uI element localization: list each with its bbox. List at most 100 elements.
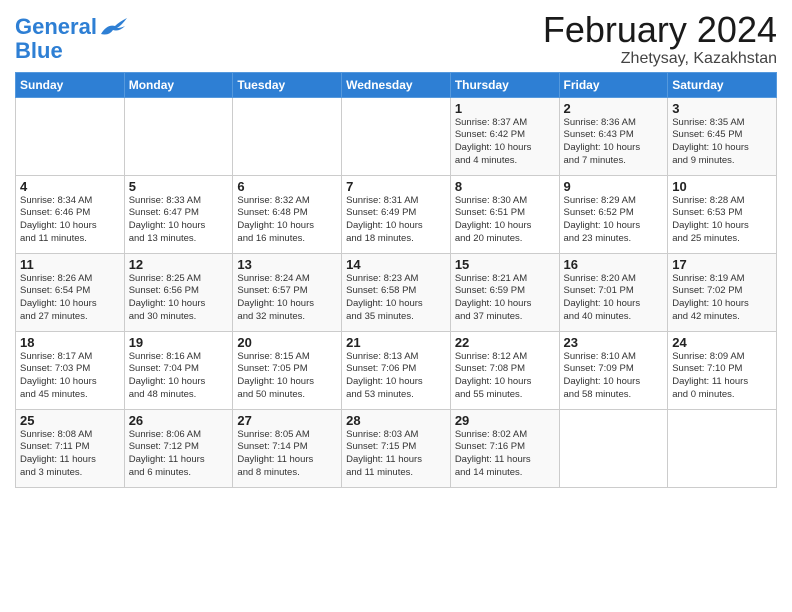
logo: General Blue [15,15,127,63]
day-info: Sunrise: 8:13 AM Sunset: 7:06 PM Dayligh… [346,351,446,402]
day-info: Sunrise: 8:31 AM Sunset: 6:49 PM Dayligh… [346,195,446,246]
day-number: 29 [455,413,555,428]
logo-blue: Blue [15,39,127,63]
calendar-table: Sunday Monday Tuesday Wednesday Thursday… [15,72,777,488]
calendar-cell: 16Sunrise: 8:20 AM Sunset: 7:01 PM Dayli… [559,253,668,331]
day-info: Sunrise: 8:21 AM Sunset: 6:59 PM Dayligh… [455,273,555,324]
calendar-cell: 21Sunrise: 8:13 AM Sunset: 7:06 PM Dayli… [342,331,451,409]
calendar-cell: 9Sunrise: 8:29 AM Sunset: 6:52 PM Daylig… [559,175,668,253]
day-number: 26 [129,413,229,428]
calendar-cell: 20Sunrise: 8:15 AM Sunset: 7:05 PM Dayli… [233,331,342,409]
day-number: 3 [672,101,772,116]
day-number: 7 [346,179,446,194]
col-sunday: Sunday [16,72,125,97]
calendar-cell: 12Sunrise: 8:25 AM Sunset: 6:56 PM Dayli… [124,253,233,331]
day-number: 11 [20,257,120,272]
calendar-cell [16,97,125,175]
calendar-cell: 28Sunrise: 8:03 AM Sunset: 7:15 PM Dayli… [342,409,451,487]
day-number: 4 [20,179,120,194]
day-info: Sunrise: 8:28 AM Sunset: 6:53 PM Dayligh… [672,195,772,246]
calendar-cell: 3Sunrise: 8:35 AM Sunset: 6:45 PM Daylig… [668,97,777,175]
day-info: Sunrise: 8:26 AM Sunset: 6:54 PM Dayligh… [20,273,120,324]
page-title: February 2024 [543,10,777,50]
day-number: 13 [237,257,337,272]
logo-text: General [15,15,97,39]
calendar-cell [559,409,668,487]
day-info: Sunrise: 8:23 AM Sunset: 6:58 PM Dayligh… [346,273,446,324]
main-container: General Blue February 2024 Zhetysay, Kaz… [0,0,792,493]
calendar-cell: 25Sunrise: 8:08 AM Sunset: 7:11 PM Dayli… [16,409,125,487]
day-number: 5 [129,179,229,194]
calendar-cell: 13Sunrise: 8:24 AM Sunset: 6:57 PM Dayli… [233,253,342,331]
col-tuesday: Tuesday [233,72,342,97]
day-number: 27 [237,413,337,428]
day-number: 8 [455,179,555,194]
calendar-cell: 26Sunrise: 8:06 AM Sunset: 7:12 PM Dayli… [124,409,233,487]
calendar-week-1: 1Sunrise: 8:37 AM Sunset: 6:42 PM Daylig… [16,97,777,175]
day-info: Sunrise: 8:15 AM Sunset: 7:05 PM Dayligh… [237,351,337,402]
calendar-cell: 6Sunrise: 8:32 AM Sunset: 6:48 PM Daylig… [233,175,342,253]
calendar-cell: 14Sunrise: 8:23 AM Sunset: 6:58 PM Dayli… [342,253,451,331]
day-info: Sunrise: 8:08 AM Sunset: 7:11 PM Dayligh… [20,429,120,480]
calendar-cell: 18Sunrise: 8:17 AM Sunset: 7:03 PM Dayli… [16,331,125,409]
calendar-cell: 10Sunrise: 8:28 AM Sunset: 6:53 PM Dayli… [668,175,777,253]
day-info: Sunrise: 8:09 AM Sunset: 7:10 PM Dayligh… [672,351,772,402]
day-info: Sunrise: 8:19 AM Sunset: 7:02 PM Dayligh… [672,273,772,324]
day-number: 17 [672,257,772,272]
day-number: 25 [20,413,120,428]
calendar-cell: 8Sunrise: 8:30 AM Sunset: 6:51 PM Daylig… [450,175,559,253]
day-number: 2 [564,101,664,116]
day-info: Sunrise: 8:30 AM Sunset: 6:51 PM Dayligh… [455,195,555,246]
calendar-week-4: 18Sunrise: 8:17 AM Sunset: 7:03 PM Dayli… [16,331,777,409]
calendar-cell: 7Sunrise: 8:31 AM Sunset: 6:49 PM Daylig… [342,175,451,253]
day-info: Sunrise: 8:06 AM Sunset: 7:12 PM Dayligh… [129,429,229,480]
logo-general: General [15,14,97,39]
day-number: 24 [672,335,772,350]
calendar-cell: 11Sunrise: 8:26 AM Sunset: 6:54 PM Dayli… [16,253,125,331]
day-number: 12 [129,257,229,272]
calendar-week-3: 11Sunrise: 8:26 AM Sunset: 6:54 PM Dayli… [16,253,777,331]
day-info: Sunrise: 8:02 AM Sunset: 7:16 PM Dayligh… [455,429,555,480]
day-info: Sunrise: 8:10 AM Sunset: 7:09 PM Dayligh… [564,351,664,402]
calendar-cell [233,97,342,175]
calendar-cell: 19Sunrise: 8:16 AM Sunset: 7:04 PM Dayli… [124,331,233,409]
calendar-cell [342,97,451,175]
calendar-header-row: Sunday Monday Tuesday Wednesday Thursday… [16,72,777,97]
day-number: 16 [564,257,664,272]
day-number: 28 [346,413,446,428]
day-info: Sunrise: 8:20 AM Sunset: 7:01 PM Dayligh… [564,273,664,324]
calendar-cell: 27Sunrise: 8:05 AM Sunset: 7:14 PM Dayli… [233,409,342,487]
calendar-cell [668,409,777,487]
day-info: Sunrise: 8:36 AM Sunset: 6:43 PM Dayligh… [564,117,664,168]
day-info: Sunrise: 8:05 AM Sunset: 7:14 PM Dayligh… [237,429,337,480]
calendar-week-5: 25Sunrise: 8:08 AM Sunset: 7:11 PM Dayli… [16,409,777,487]
calendar-cell: 24Sunrise: 8:09 AM Sunset: 7:10 PM Dayli… [668,331,777,409]
calendar-cell: 15Sunrise: 8:21 AM Sunset: 6:59 PM Dayli… [450,253,559,331]
col-friday: Friday [559,72,668,97]
day-number: 23 [564,335,664,350]
col-saturday: Saturday [668,72,777,97]
calendar-cell: 2Sunrise: 8:36 AM Sunset: 6:43 PM Daylig… [559,97,668,175]
day-info: Sunrise: 8:03 AM Sunset: 7:15 PM Dayligh… [346,429,446,480]
day-info: Sunrise: 8:25 AM Sunset: 6:56 PM Dayligh… [129,273,229,324]
day-number: 15 [455,257,555,272]
col-monday: Monday [124,72,233,97]
day-number: 18 [20,335,120,350]
page-subtitle: Zhetysay, Kazakhstan [543,50,777,68]
calendar-cell: 4Sunrise: 8:34 AM Sunset: 6:46 PM Daylig… [16,175,125,253]
day-number: 9 [564,179,664,194]
calendar-cell: 22Sunrise: 8:12 AM Sunset: 7:08 PM Dayli… [450,331,559,409]
day-number: 22 [455,335,555,350]
day-number: 14 [346,257,446,272]
calendar-cell [124,97,233,175]
day-number: 10 [672,179,772,194]
day-number: 1 [455,101,555,116]
day-info: Sunrise: 8:29 AM Sunset: 6:52 PM Dayligh… [564,195,664,246]
day-number: 19 [129,335,229,350]
calendar-cell: 5Sunrise: 8:33 AM Sunset: 6:47 PM Daylig… [124,175,233,253]
col-wednesday: Wednesday [342,72,451,97]
title-block: February 2024 Zhetysay, Kazakhstan [543,10,777,68]
day-info: Sunrise: 8:33 AM Sunset: 6:47 PM Dayligh… [129,195,229,246]
day-info: Sunrise: 8:12 AM Sunset: 7:08 PM Dayligh… [455,351,555,402]
day-info: Sunrise: 8:32 AM Sunset: 6:48 PM Dayligh… [237,195,337,246]
